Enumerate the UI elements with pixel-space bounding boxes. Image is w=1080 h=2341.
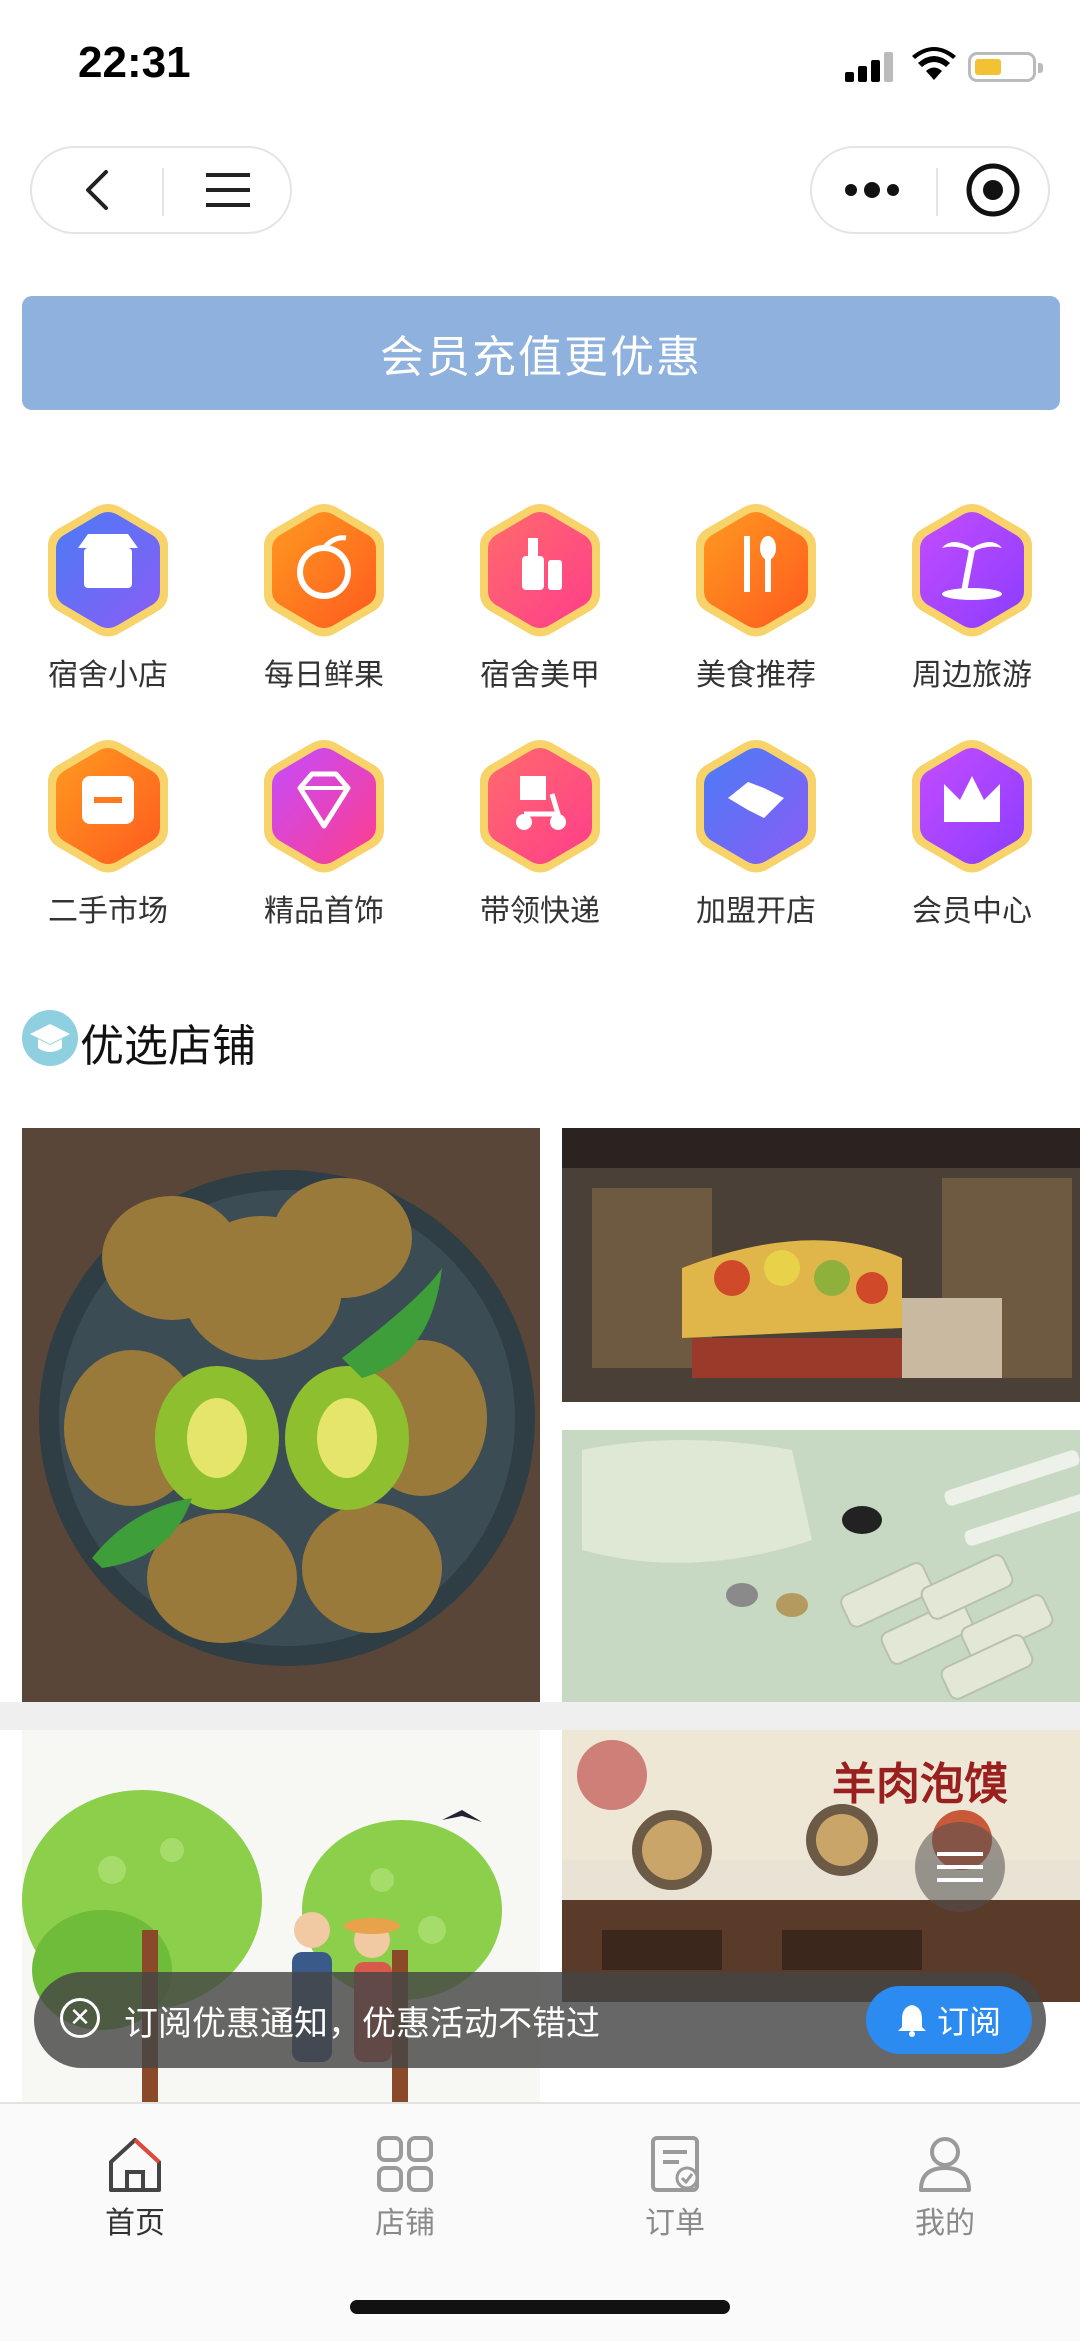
store-tile-supermarket[interactable]	[562, 1128, 1080, 1402]
chevron-left-icon	[86, 170, 108, 210]
palm-tree-icon	[912, 504, 1032, 637]
store-tile-kiwi[interactable]	[22, 1128, 540, 1702]
orange-icon	[264, 504, 384, 637]
tab-mine-label: 我的	[915, 2206, 975, 2241]
more-dots-icon	[845, 182, 899, 198]
bell-icon	[897, 2005, 926, 2037]
exchange-icon	[48, 740, 168, 873]
home-icon	[109, 2138, 161, 2192]
more-button[interactable]	[812, 148, 932, 232]
diamond-icon	[264, 740, 384, 873]
category-label: 加盟开店	[696, 894, 816, 929]
subscribe-button[interactable]: 订阅	[866, 1986, 1032, 2054]
category-6[interactable]: 二手市场	[0, 736, 216, 936]
category-7[interactable]: 精品首饰	[216, 736, 432, 936]
tab-stores-label: 店铺	[375, 2206, 435, 2241]
subscribe-button-label: 订阅	[936, 2003, 1001, 2041]
category-label: 周边旅游	[912, 658, 1032, 693]
kiwi-image	[22, 1128, 540, 1702]
back-button[interactable]	[32, 148, 162, 232]
category-label: 美食推荐	[696, 658, 816, 693]
mutton-signboard-text: 羊肉泡馍	[832, 1759, 1008, 1810]
status-time: 22:31	[78, 38, 191, 87]
tab-home-label: 首页	[105, 2206, 165, 2241]
category-10[interactable]: 会员中心	[864, 736, 1080, 936]
menu-button[interactable]	[164, 148, 292, 232]
graduation-cap-icon	[22, 1010, 78, 1066]
target-icon	[966, 163, 1020, 217]
tab-orders-label: 订单	[645, 2206, 705, 2241]
category-label: 宿舍美甲	[480, 658, 600, 693]
nail-products-image	[562, 1430, 1080, 1702]
category-1[interactable]: 宿舍小店	[0, 500, 216, 700]
nav-capsule-left	[30, 146, 292, 234]
close-miniprogram-button[interactable]	[938, 148, 1048, 232]
category-8[interactable]: 带领快递	[432, 736, 648, 936]
wifi-icon	[912, 47, 956, 80]
battery-icon	[968, 52, 1043, 82]
user-icon	[919, 2137, 971, 2192]
order-icon	[651, 2136, 699, 2192]
tab-mine[interactable]: 我的	[810, 2118, 1080, 2241]
tab-orders[interactable]: 订单	[540, 2118, 810, 2241]
floating-menu-button[interactable]	[915, 1822, 1005, 1912]
category-label: 二手市场	[48, 894, 168, 929]
supermarket-image	[562, 1128, 1080, 1402]
subscribe-notice-bar: ✕ 订阅优惠通知，优惠活动不错过 订阅	[34, 1972, 1046, 2068]
nav-capsule-right	[810, 146, 1050, 234]
menu-lines-icon	[937, 1852, 983, 1882]
member-recharge-banner[interactable]: 会员充值更优惠	[22, 296, 1060, 410]
category-2[interactable]: 每日鲜果	[216, 500, 432, 700]
nail-polish-icon	[480, 504, 600, 637]
home-indicator	[350, 2300, 730, 2314]
delivery-scooter-icon	[480, 740, 600, 873]
category-3[interactable]: 宿舍美甲	[432, 500, 648, 700]
close-icon[interactable]: ✕	[60, 1998, 100, 2038]
fork-spoon-icon	[696, 504, 816, 637]
store-tile-nail[interactable]	[562, 1430, 1080, 1702]
shop-icon	[48, 504, 168, 637]
category-5[interactable]: 周边旅游	[864, 500, 1080, 700]
grid-icon	[377, 2136, 433, 2192]
subscribe-text: 订阅优惠通知，优惠活动不错过	[124, 2004, 600, 2044]
category-label: 会员中心	[912, 894, 1032, 929]
tab-home[interactable]: 首页	[0, 2118, 270, 2241]
crown-icon	[912, 740, 1032, 873]
category-4[interactable]: 美食推荐	[648, 500, 864, 700]
category-9[interactable]: 加盟开店	[648, 736, 864, 936]
category-label: 精品首饰	[264, 894, 384, 929]
category-label: 带领快递	[480, 894, 600, 929]
tab-stores[interactable]: 店铺	[270, 2118, 540, 2241]
hamburger-icon	[206, 173, 250, 207]
signal-icon	[845, 52, 895, 82]
section-title: 优选店铺	[80, 1021, 256, 1072]
category-label: 宿舍小店	[48, 658, 168, 693]
tile-separator	[0, 1702, 1080, 1730]
category-label: 每日鲜果	[264, 658, 384, 693]
handshake-icon	[696, 740, 816, 873]
